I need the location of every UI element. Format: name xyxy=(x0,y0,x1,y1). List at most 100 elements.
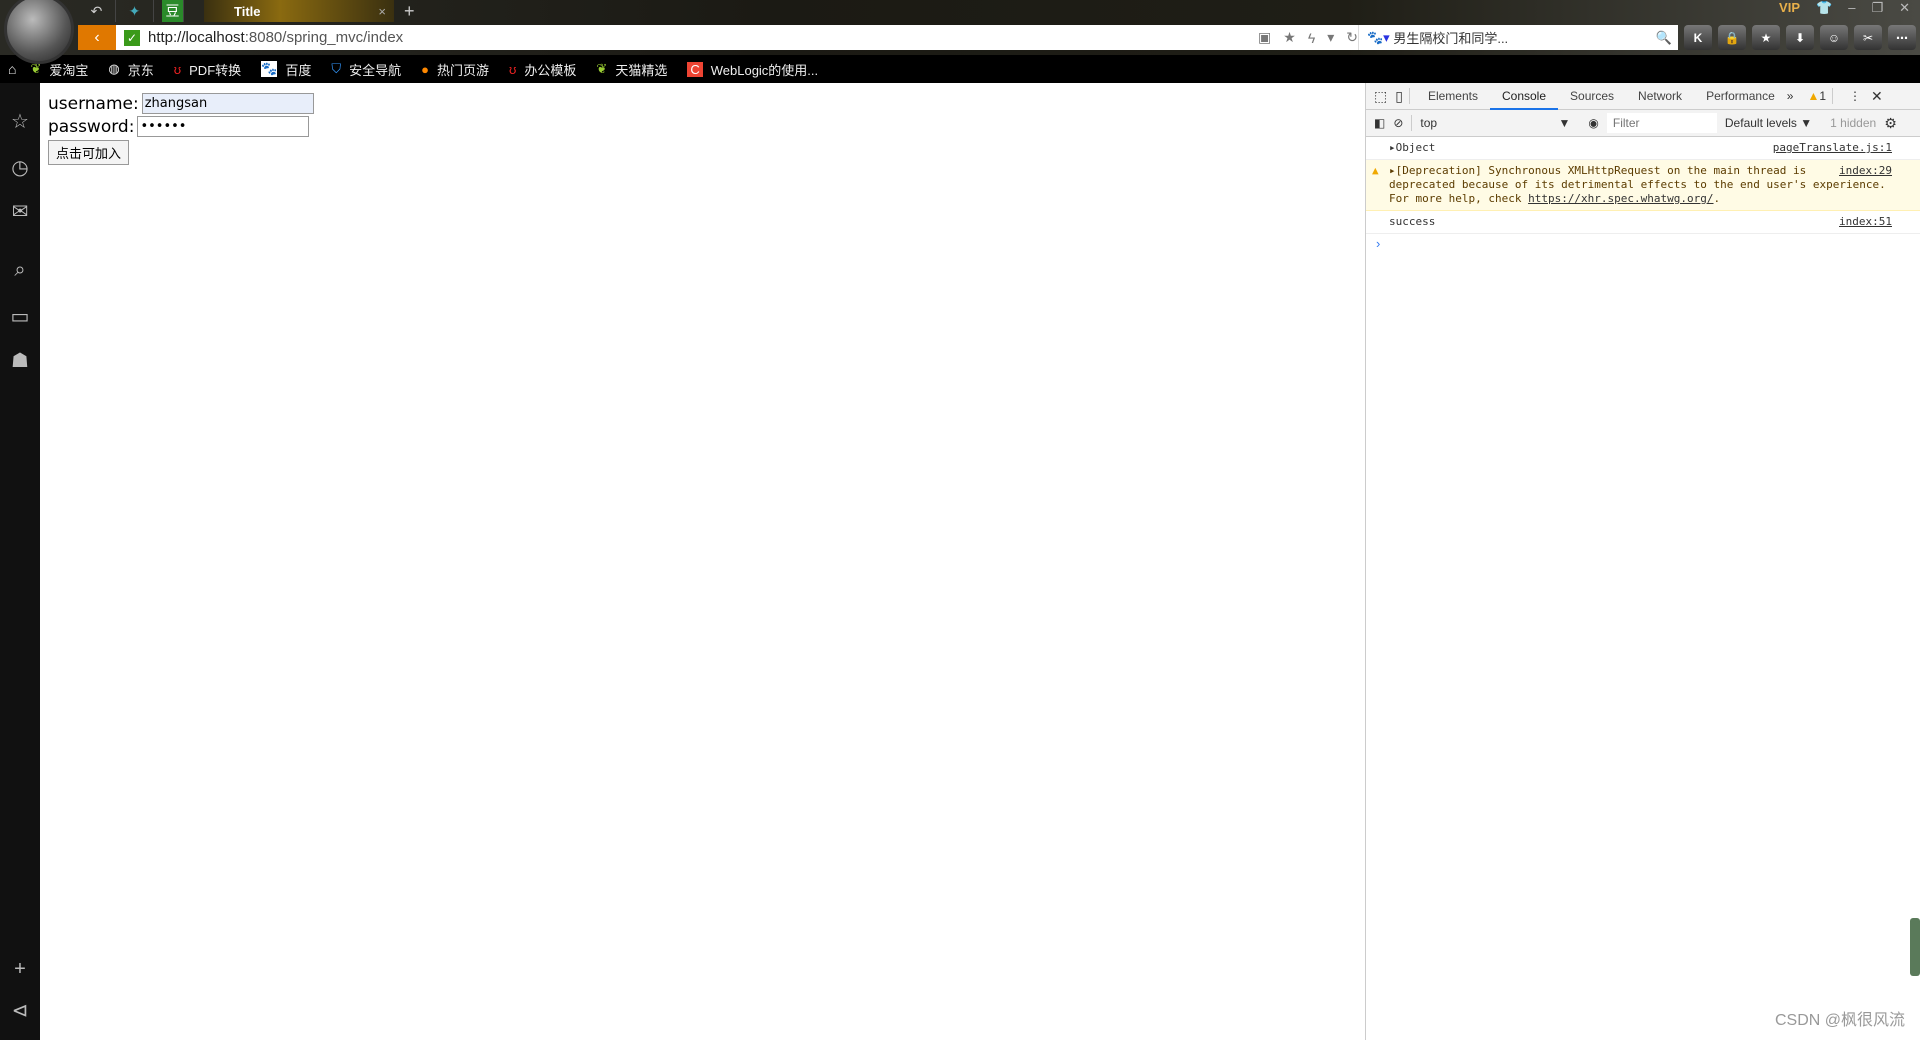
log-levels-select[interactable]: Default levels ▼ xyxy=(1725,116,1812,130)
tab-title[interactable]: Title × xyxy=(204,0,394,22)
close-window-button[interactable]: ✕ xyxy=(1899,0,1910,16)
bookmarks-bar: ⌂ ❦ 爱淘宝 ◍ 京东 ʊ PDF转换 🐾 百度 ⛉ 安全导航 ● 热门页游 ʊ 办公模板 … xyxy=(0,55,1920,83)
shield-icon: ⛉ xyxy=(331,61,342,76)
tab-elements[interactable]: Elements xyxy=(1416,83,1490,110)
dropdown-icon[interactable]: ▾ xyxy=(1327,29,1334,46)
console-prompt[interactable]: › xyxy=(1366,234,1920,253)
collapse-icon[interactable]: ⊲ xyxy=(0,998,40,1023)
k-icon[interactable]: K xyxy=(1684,25,1712,50)
tab-console[interactable]: Console xyxy=(1489,83,1559,110)
baidu-icon: 🐾▾ xyxy=(1367,29,1394,45)
inbox-icon[interactable]: ✉ xyxy=(0,199,40,224)
sidebar-toggle-icon[interactable]: ◧ xyxy=(1374,116,1385,130)
home-icon[interactable]: ⌂ xyxy=(8,61,16,77)
close-tab-icon[interactable]: × xyxy=(378,4,386,19)
inspect-icon[interactable]: ⬚ xyxy=(1374,88,1387,105)
horns-icon: ʊ xyxy=(509,61,517,77)
douban-icon[interactable]: 豆 xyxy=(162,0,184,22)
back-button[interactable]: ‹ xyxy=(78,25,116,50)
bookmark-item[interactable]: ◍ 京东 xyxy=(108,60,153,79)
shopping-bag-icon[interactable]: ▭ xyxy=(0,304,40,329)
page-content: username: password: 点击可加入 xyxy=(48,92,314,165)
add-icon[interactable]: + xyxy=(0,958,40,981)
vip-badge[interactable]: VIP xyxy=(1779,0,1800,16)
warning-icon: ▲ xyxy=(1372,164,1379,177)
clear-console-icon[interactable]: ⊘ xyxy=(1393,116,1403,130)
lock-icon[interactable]: 🔒 xyxy=(1718,25,1746,50)
settings-gear-icon[interactable]: ⚙ xyxy=(1884,115,1897,132)
more-tabs-icon[interactable]: » xyxy=(1787,89,1794,103)
restore-button[interactable]: ❐ xyxy=(1871,0,1883,16)
tab-performance[interactable]: Performance xyxy=(1694,83,1787,110)
console-warning: ▲ ▸[Deprecation] Synchronous XMLHttpReque… xyxy=(1366,160,1920,211)
tab-sources[interactable]: Sources xyxy=(1558,83,1626,110)
watermark: CSDN @枫很风流 xyxy=(1774,1012,1905,1029)
bookmark-item[interactable]: ʊ PDF转换 xyxy=(174,60,241,79)
username-label: username: xyxy=(48,93,139,114)
gamepad-icon[interactable]: ☗ xyxy=(0,348,40,373)
bookmark-item[interactable]: ⛉ 安全导航 xyxy=(331,60,401,79)
window-controls: VIP 👕 – ❐ ✕ xyxy=(1779,0,1910,16)
password-label: password: xyxy=(48,116,135,137)
history-icon[interactable]: ◷ xyxy=(0,155,40,180)
download-icon[interactable]: ⬇ xyxy=(1786,25,1814,50)
refresh-icon[interactable]: ↻ xyxy=(1346,29,1358,46)
new-tab-button[interactable]: + xyxy=(404,1,415,22)
console-toolbar: ◧ ⊘ top▼ ◉ Default levels ▼ 1 hidden ⚙ xyxy=(1366,110,1920,137)
globe-icon: ◍ xyxy=(108,61,120,76)
minimize-button[interactable]: – xyxy=(1848,0,1855,16)
c-icon: C xyxy=(687,61,703,77)
url-input[interactable]: http://localhost:8080/spring_mvc/index xyxy=(148,29,403,46)
star-icon[interactable]: ★ xyxy=(1752,25,1780,50)
tab-network[interactable]: Network xyxy=(1626,83,1694,110)
close-devtools-icon[interactable]: ✕ xyxy=(1871,88,1883,105)
console-message: ▸Object pageTranslate.js:1 xyxy=(1366,137,1920,160)
paw-icon: 🐾 xyxy=(261,61,278,77)
source-link[interactable]: pageTranslate.js:1 xyxy=(1773,141,1892,155)
leaf-icon: ❦ xyxy=(596,61,608,76)
bookmark-item[interactable]: ● 热门页游 xyxy=(421,60,489,79)
submit-button[interactable]: 点击可加入 xyxy=(48,140,130,165)
secure-check-icon: ✓ xyxy=(124,29,140,46)
bookmark-item[interactable]: ʊ 办公模板 xyxy=(509,60,576,79)
image-icon[interactable]: ▣ xyxy=(1258,29,1271,46)
source-link[interactable]: index:29 xyxy=(1839,164,1892,178)
hidden-count: 1 hidden xyxy=(1830,116,1877,130)
username-input[interactable] xyxy=(141,93,314,114)
search-icon[interactable]: 🔍 xyxy=(1656,30,1672,46)
bookmark-item[interactable]: C WebLogic的使用... xyxy=(687,60,818,79)
search-box[interactable]: 🐾▾ 男生隔校门和同学... 🔍 xyxy=(1358,25,1678,50)
skin-icon[interactable]: 👕 xyxy=(1816,0,1832,16)
devtools-tabs: ⬚ ▯ Elements Console Sources Network Per… xyxy=(1366,83,1920,110)
console-message: success index:51 xyxy=(1366,211,1920,234)
source-link[interactable]: index:51 xyxy=(1839,215,1892,229)
game-icon[interactable]: ☺ xyxy=(1820,25,1848,50)
more-icon[interactable]: ⋯ xyxy=(1888,25,1916,50)
password-input[interactable] xyxy=(137,116,310,137)
devtools-panel: ⬚ ▯ Elements Console Sources Network Per… xyxy=(1365,83,1920,1040)
xhr-spec-link[interactable]: https://xhr.spec.whatwg.org/ xyxy=(1528,192,1713,205)
scissors-icon[interactable]: ✂ xyxy=(1854,25,1882,50)
bookmark-star-icon[interactable]: ★ xyxy=(1283,29,1296,46)
horns-icon: ʊ xyxy=(173,61,182,77)
context-select[interactable]: top ▼ xyxy=(1420,116,1570,130)
search-icon[interactable]: ⌕ xyxy=(0,259,40,282)
menu-icon[interactable]: ⋮ xyxy=(1849,89,1861,103)
lightning-icon[interactable]: ϟ xyxy=(1308,30,1315,46)
bookmark-item[interactable]: 🐾 百度 xyxy=(261,60,311,79)
k-circle-icon: ● xyxy=(421,61,429,77)
address-bar: ‹ ✓ http://localhost:8080/spring_mvc/ind… xyxy=(78,25,1678,50)
warning-count[interactable]: ▲1 xyxy=(1807,89,1826,103)
toolbar-buttons: K 🔒 ★ ⬇ ☺ ✂ ⋯ xyxy=(1684,25,1916,50)
tab-bar: ↶ ✦ 豆 Title × + xyxy=(78,0,415,22)
live-expression-icon[interactable]: ◉ xyxy=(1588,116,1598,130)
bookmark-item[interactable]: ❦ 天猫精选 xyxy=(596,60,667,79)
back-history-icon[interactable]: ↶ xyxy=(78,0,116,22)
side-scroll-handle[interactable] xyxy=(1910,918,1920,976)
browser-chrome: ↶ ✦ 豆 Title × + VIP 👕 – ❐ ✕ ‹ ✓ http://lo… xyxy=(0,0,1920,83)
device-toolbar-icon[interactable]: ▯ xyxy=(1395,88,1403,105)
filter-input[interactable] xyxy=(1606,113,1717,133)
left-sidebar: ☆ ◷ ✉ ⌕ ▭ ☗ + ⊲ xyxy=(0,83,40,1040)
bird-icon[interactable]: ✦ xyxy=(116,0,154,22)
favorites-icon[interactable]: ☆ xyxy=(0,109,40,134)
